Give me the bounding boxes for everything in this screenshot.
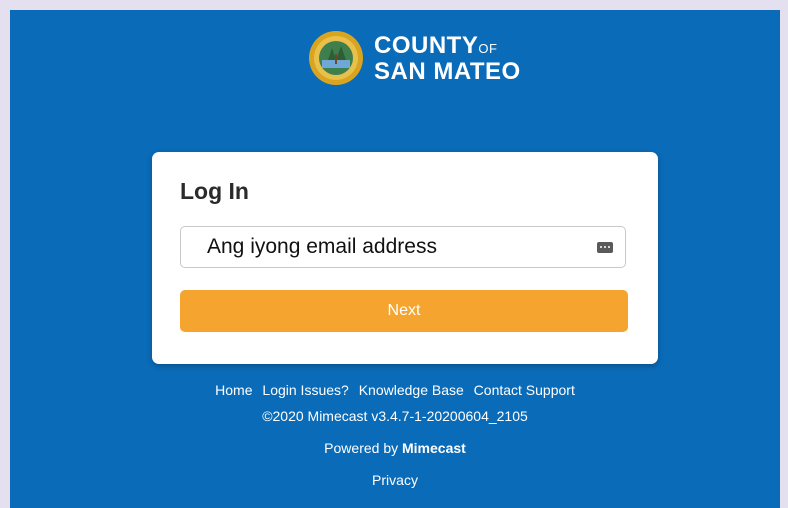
login-title: Log In xyxy=(180,178,249,204)
copyright-text: ©2020 Mimecast v3.4.7-1-20200604_2105 xyxy=(262,408,528,424)
footer-link-knowledge-base[interactable]: Knowledge Base xyxy=(359,382,464,398)
email-value[interactable]: Ang iyong email address xyxy=(207,235,597,259)
privacy-link[interactable]: Privacy xyxy=(372,472,418,488)
brand-line1: COUNTY xyxy=(374,32,479,59)
login-card: Log In Ang iyong email address Next xyxy=(152,152,658,364)
powered-prefix: Powered by xyxy=(324,440,399,456)
footer-link-login-issues[interactable]: Login Issues? xyxy=(262,382,348,398)
brand-line2: SAN MATEO xyxy=(374,58,521,85)
footer-links: Home Login Issues? Knowledge Base Contac… xyxy=(10,382,780,398)
footer-link-home[interactable]: Home xyxy=(215,382,252,398)
privacy-wrap: Privacy xyxy=(10,472,780,488)
password-manager-icon[interactable] xyxy=(597,241,613,253)
powered-by: Powered by Mimecast xyxy=(10,440,780,456)
footer-link-contact-support[interactable]: Contact Support xyxy=(474,382,575,398)
county-logo: COUNTYOF SAN MATEO xyxy=(308,30,528,90)
page-background: COUNTYOF SAN MATEO Log In Ang iyong emai… xyxy=(10,10,780,508)
email-field[interactable]: Ang iyong email address xyxy=(180,226,626,268)
brand-line1-suffix: OF xyxy=(478,41,498,56)
powered-brand: Mimecast xyxy=(402,440,466,456)
county-seal-icon xyxy=(309,31,363,85)
next-button[interactable]: Next xyxy=(180,290,628,332)
county-wordmark: COUNTYOF SAN MATEO xyxy=(374,34,521,84)
